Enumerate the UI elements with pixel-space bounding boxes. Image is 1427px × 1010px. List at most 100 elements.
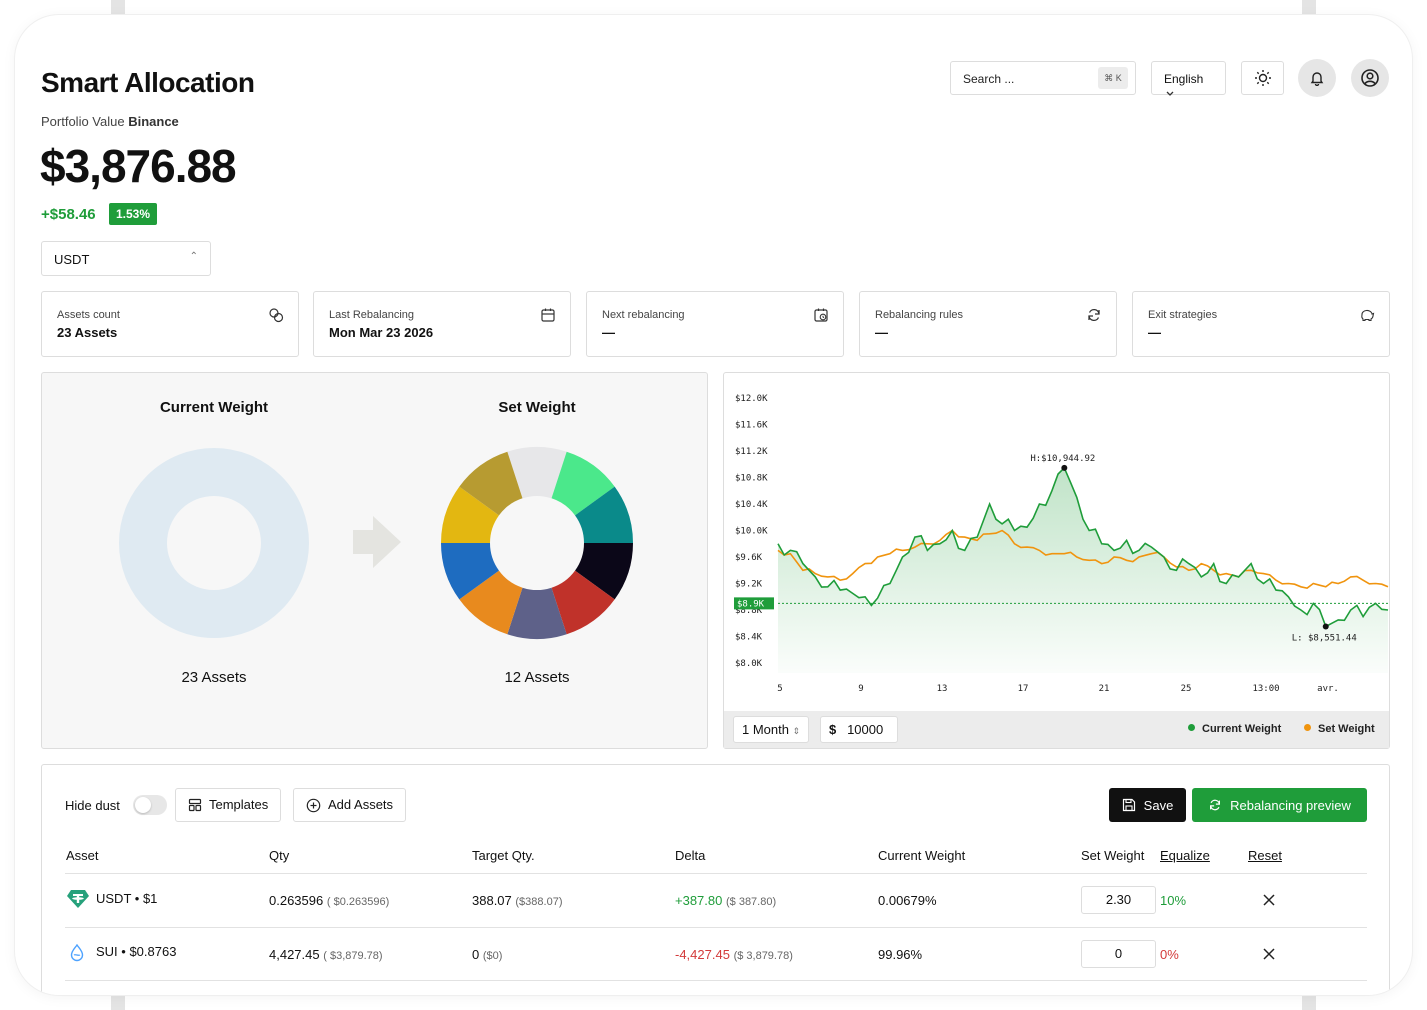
x-tick-label: 25 <box>1181 684 1192 694</box>
assets-table-panel: Hide dust Templates Add Assets Save Reba… <box>41 764 1390 995</box>
weights-panel: Current Weight Set Weight 23 Assets 12 A… <box>41 372 708 749</box>
legend-dot <box>1188 724 1195 731</box>
currency-value: USDT <box>54 252 90 267</box>
close-icon[interactable] <box>1262 893 1276 907</box>
legend-current-weight: Current Weight <box>1188 723 1281 735</box>
hide-dust-label: Hide dust <box>65 798 120 813</box>
y-tick-label: $10.4K <box>735 500 768 510</box>
card-label: Last Rebalancing <box>329 309 415 321</box>
target-usd: ($388.07) <box>515 896 563 908</box>
y-tick-label: $10.8K <box>735 474 768 484</box>
language-value: English <box>1164 72 1204 86</box>
qty-value: 4,427.45 <box>269 947 320 962</box>
search-placeholder: Search ... <box>963 72 1015 86</box>
sun-icon <box>1254 70 1271 86</box>
templates-button[interactable]: Templates <box>175 788 282 822</box>
card-label: Rebalancing rules <box>875 309 964 321</box>
asset-symbol: USDT <box>96 891 132 906</box>
delta-usd: ($ 387.80) <box>725 896 777 908</box>
add-assets-button[interactable]: Add Assets <box>293 788 407 822</box>
equalize-link[interactable]: Equalize <box>1160 848 1210 863</box>
search-input[interactable]: Search ... ⌘ K <box>950 61 1136 95</box>
x-tick-label: 9 <box>858 684 863 694</box>
high-label: H:$10,944.92 <box>1030 454 1095 464</box>
rebalancing-preview-button[interactable]: Rebalancing preview <box>1192 788 1367 822</box>
y-tick-label: $9.6K <box>735 553 763 563</box>
refresh-icon <box>1088 308 1100 322</box>
corner-mark <box>1302 0 1316 14</box>
set-weight-donut <box>441 447 633 639</box>
hide-dust-toggle[interactable] <box>133 795 167 815</box>
account-button[interactable] <box>1351 59 1389 97</box>
toggle-knob <box>135 797 151 813</box>
x-tick-label: 5 <box>777 684 782 694</box>
asset-price: $1 <box>142 891 158 906</box>
y-tick-label: $9.2K <box>735 580 763 590</box>
card-label: Next rebalancing <box>602 309 685 321</box>
piggy-bank-icon <box>1361 309 1375 322</box>
set-weight-title: Set Weight <box>498 399 576 416</box>
reset-link[interactable]: Reset <box>1248 848 1282 863</box>
high-marker <box>1061 464 1068 471</box>
qty-cell: 0.263596 ( $0.263596) <box>269 893 389 908</box>
sui-logo-icon <box>70 944 84 962</box>
add-assets-label: Add Assets <box>328 797 394 812</box>
target-usd: ($0) <box>482 950 503 962</box>
set-weight-percent: 0% <box>1160 947 1179 962</box>
card-value: 23 Assets <box>57 325 118 340</box>
target-cell: 388.07 ($388.07) <box>472 893 562 908</box>
card-rebalancing-rules: Rebalancing rules — <box>859 291 1117 357</box>
corner-mark <box>111 996 125 1010</box>
low-label: L: $8,551.44 <box>1292 633 1357 643</box>
card-value: Mon Mar 23 2026 <box>329 325 434 340</box>
usdt-logo-icon <box>67 890 89 908</box>
theme-toggle-button[interactable] <box>1241 61 1284 95</box>
user-circle-icon <box>1361 69 1379 87</box>
target-value: 0 <box>472 947 480 962</box>
qty-cell: 4,427.45 ( $3,879.78) <box>269 947 383 962</box>
current-weight-cell: 0.00679% <box>878 893 937 908</box>
period-select[interactable]: 1 Month ⇕ <box>733 716 810 743</box>
divider <box>65 873 1367 874</box>
refresh-icon <box>1210 799 1221 811</box>
app-window: Smart Allocation Portfolio Value Binance… <box>15 15 1412 995</box>
col-qty: Qty <box>269 848 290 863</box>
language-select[interactable]: English <box>1151 61 1226 96</box>
current-weight-ring <box>119 448 309 638</box>
page-title: Smart Allocation <box>41 67 255 98</box>
floppy-icon <box>1122 798 1135 812</box>
x-tick-label: 21 <box>1099 684 1110 694</box>
asset-symbol: SUI <box>96 944 118 959</box>
asset-price: $0.8763 <box>129 944 177 959</box>
amount-input[interactable]: $ 10000 <box>820 716 898 743</box>
col-set-weight: Set Weight <box>1081 848 1145 863</box>
save-button[interactable]: Save <box>1109 788 1186 822</box>
delta-usd: ($ 3,879.78) <box>733 950 793 962</box>
notifications-button[interactable] <box>1298 59 1336 97</box>
chevron-updown-icon: ⇕ <box>792 726 801 736</box>
bell-icon <box>1310 72 1324 86</box>
performance-chart-panel: $12.0K $11.6K $11.2K $10.8K $10.4K $10.0K $9.6… <box>723 372 1390 749</box>
qty-usd: ( $0.263596) <box>326 896 390 908</box>
set-weight-input[interactable]: 0 <box>1081 940 1156 968</box>
shortcut-badge: ⌘ K <box>1098 67 1128 89</box>
portfolio-value: $3,876.88 <box>40 140 237 192</box>
y-tick-label: $11.6K <box>735 421 768 431</box>
current-weight-cell: 99.96% <box>878 947 923 962</box>
asset-name: SUI • $0.8763 <box>96 944 177 959</box>
legend-dot <box>1304 724 1311 731</box>
x-tick-label: 13:00 <box>1252 684 1279 694</box>
chevron-updown-icon: ⌃ <box>189 251 198 262</box>
corner-mark <box>1302 996 1316 1010</box>
close-icon[interactable] <box>1262 947 1276 961</box>
y-tick-label: $8.4K <box>735 633 763 643</box>
currency-select[interactable]: USDT ⌃ <box>41 241 211 276</box>
templates-label: Templates <box>209 797 269 812</box>
card-label: Exit strategies <box>1148 309 1218 321</box>
card-assets-count: Assets count 23 Assets <box>41 291 299 357</box>
set-weight-input[interactable]: 2.30 <box>1081 886 1156 914</box>
y-tick-label: $12.0K <box>735 394 768 404</box>
delta-value: -4,427.45 <box>675 947 730 962</box>
card-value: — <box>602 325 615 340</box>
current-assets-count: 23 Assets <box>181 669 247 686</box>
